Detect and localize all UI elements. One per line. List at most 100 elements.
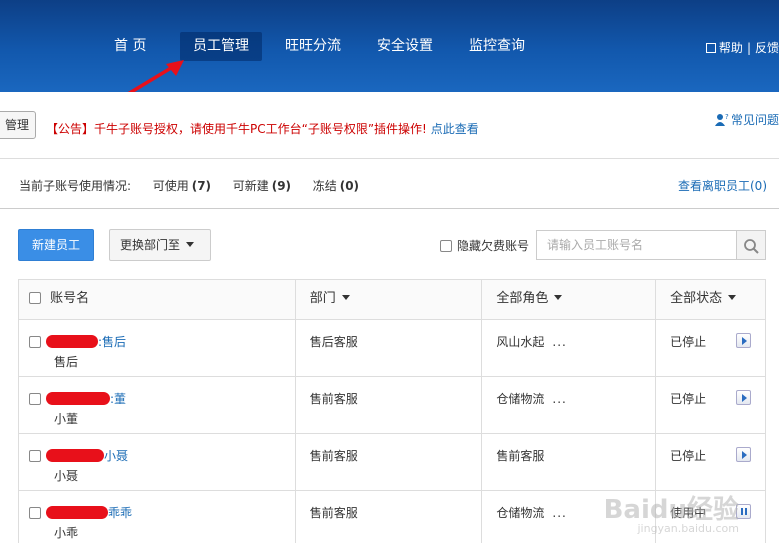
role-name: 仓储物流 — [496, 506, 545, 520]
header-status[interactable]: 全部状态 — [655, 279, 766, 320]
select-all-checkbox[interactable] — [29, 291, 41, 304]
usage-summary: 当前子账号使用情况: 可使用 (7) 可新建 (9) 冻结 (0) — [19, 177, 359, 194]
row-checkbox[interactable] — [29, 449, 41, 462]
account-link[interactable]: 小聂 — [104, 449, 128, 463]
employee-name: 小董 — [54, 412, 79, 426]
start-button[interactable] — [736, 333, 751, 348]
department-cell: 售前客服 — [294, 433, 483, 491]
nav-security-settings[interactable]: 安全设置 — [364, 32, 446, 61]
hide-arrears-checkbox[interactable] — [440, 239, 452, 252]
role-cell: 仓储物流... — [481, 376, 657, 434]
svg-text:?: ? — [725, 113, 729, 121]
view-resigned-employees-link[interactable]: 查看离职员工(0) — [678, 177, 767, 194]
redaction-mark — [46, 449, 104, 462]
start-button[interactable] — [736, 447, 751, 462]
redaction-mark — [46, 335, 98, 348]
header-role-label: 全部角色 — [496, 291, 549, 306]
employee-name: 小乖 — [54, 526, 79, 540]
header-department-label: 部门 — [309, 291, 336, 306]
top-header: 首 页 员工管理 旺旺分流 安全设置 监控查询 帮助 | 反馈 — [0, 0, 779, 92]
employee-name: 售后 — [54, 355, 79, 369]
department-cell: 售前客服 — [294, 490, 483, 543]
start-button[interactable] — [736, 390, 751, 405]
department-cell: 售前客服 — [294, 376, 483, 434]
search-button[interactable] — [737, 230, 766, 260]
header-department[interactable]: 部门 — [294, 279, 483, 320]
account-cell: 小聂 小聂 — [18, 433, 296, 491]
header-account-label: 账号名 — [50, 291, 90, 306]
more-roles[interactable]: ... — [552, 506, 566, 520]
more-roles[interactable]: ... — [552, 335, 566, 349]
role-name: 风山水起 — [496, 335, 545, 349]
status-text: 已停止 — [670, 392, 707, 406]
header-separator: | — [746, 41, 751, 55]
account-link[interactable]: 乖乖 — [108, 506, 132, 520]
frozen-count: (0) — [339, 179, 360, 193]
header-right-links: 帮助 | 反馈 — [705, 39, 779, 56]
user-help-icon: ? — [714, 113, 729, 126]
frozen-label: 冻结 — [312, 179, 337, 193]
manage-button[interactable]: 管理 — [0, 111, 36, 139]
caret-down-icon — [728, 295, 737, 300]
caret-down-icon — [186, 242, 195, 247]
new-employee-button[interactable]: 新建员工 — [18, 229, 94, 261]
header-role[interactable]: 全部角色 — [481, 279, 657, 320]
status-cell: 已停止 — [655, 433, 766, 491]
change-department-dropdown[interactable]: 更换部门至 — [109, 229, 211, 261]
announcement-text: 【公告】千牛子账号授权，请使用千牛PC工作台“子账号权限”插件操作! — [46, 122, 427, 136]
row-checkbox[interactable] — [29, 335, 41, 348]
play-icon — [742, 337, 747, 345]
account-cell: :董 小董 — [18, 376, 296, 434]
status-text: 已停止 — [670, 449, 707, 463]
watermark-brand: Baidu经验 — [603, 495, 739, 525]
nav-employee-management[interactable]: 员工管理 — [180, 32, 262, 61]
creatable-count: (9) — [271, 179, 292, 193]
help-link[interactable]: 帮助 — [719, 39, 743, 56]
announcement: 【公告】千牛子账号授权，请使用千牛PC工作台“子账号权限”插件操作! 点此查看 — [46, 120, 479, 137]
department-cell: 售后客服 — [294, 319, 483, 377]
employee-search-input[interactable] — [536, 230, 737, 260]
pause-icon — [741, 508, 747, 515]
status-cell: 已停止 — [655, 376, 766, 434]
nav-wangwang-diversion[interactable]: 旺旺分流 — [272, 32, 354, 61]
hide-arrears-toggle[interactable]: 隐藏欠费账号 — [440, 237, 529, 254]
available-label: 可使用 — [152, 179, 189, 193]
table-row: :董 小董 售前客服 仓储物流... 已停止 — [18, 376, 766, 434]
employee-name: 小聂 — [54, 469, 79, 483]
usage-label: 当前子账号使用情况: — [19, 179, 132, 193]
redaction-mark — [46, 392, 110, 405]
external-link-icon — [705, 43, 716, 53]
usage-bar: 当前子账号使用情况: 可使用 (7) 可新建 (9) 冻结 (0) 查看离职员工(0) — [0, 160, 779, 209]
notice-bar: 管理 【公告】千牛子账号授权，请使用千牛PC工作台“子账号权限”插件操作! 点此… — [0, 92, 779, 159]
caret-down-icon — [341, 295, 350, 300]
play-icon — [742, 451, 747, 459]
account-link[interactable]: :售后 — [98, 335, 126, 349]
status-text: 已停止 — [670, 335, 707, 349]
faq-label: 常见问题 — [730, 113, 779, 127]
role-name: 售前客服 — [496, 449, 545, 463]
more-roles[interactable]: ... — [552, 392, 566, 406]
announcement-link[interactable]: 点此查看 — [431, 122, 479, 136]
change-department-label: 更换部门至 — [120, 238, 181, 252]
role-cell: 售前客服 — [481, 433, 657, 491]
nav-monitor-query[interactable]: 监控查询 — [456, 32, 538, 61]
creatable-label: 可新建 — [232, 179, 269, 193]
account-cell: 乖乖 小乖 — [18, 490, 296, 543]
account-link[interactable]: :董 — [110, 392, 126, 406]
header-status-label: 全部状态 — [670, 291, 723, 306]
faq-link[interactable]: ? 常见问题 — [714, 111, 779, 128]
header-account: 账号名 — [18, 279, 296, 320]
caret-down-icon — [554, 295, 563, 300]
table-row: 小聂 小聂 售前客服 售前客服 已停止 — [18, 433, 766, 491]
row-checkbox[interactable] — [29, 392, 41, 405]
role-name: 仓储物流 — [496, 392, 545, 406]
account-cell: :售后 售后 — [18, 319, 296, 377]
redaction-mark — [46, 506, 108, 519]
hide-arrears-label: 隐藏欠费账号 — [457, 239, 530, 253]
table-row: :售后 售后 售后客服 风山水起... 已停止 — [18, 319, 766, 377]
table-header-row: 账号名 部门 全部角色 全部状态 — [18, 279, 766, 320]
row-checkbox[interactable] — [29, 506, 41, 519]
baidu-watermark: Baidu经验 jingyan.baidu.com — [604, 489, 739, 535]
play-icon — [742, 394, 747, 402]
feedback-link[interactable]: 反馈 — [755, 39, 779, 56]
